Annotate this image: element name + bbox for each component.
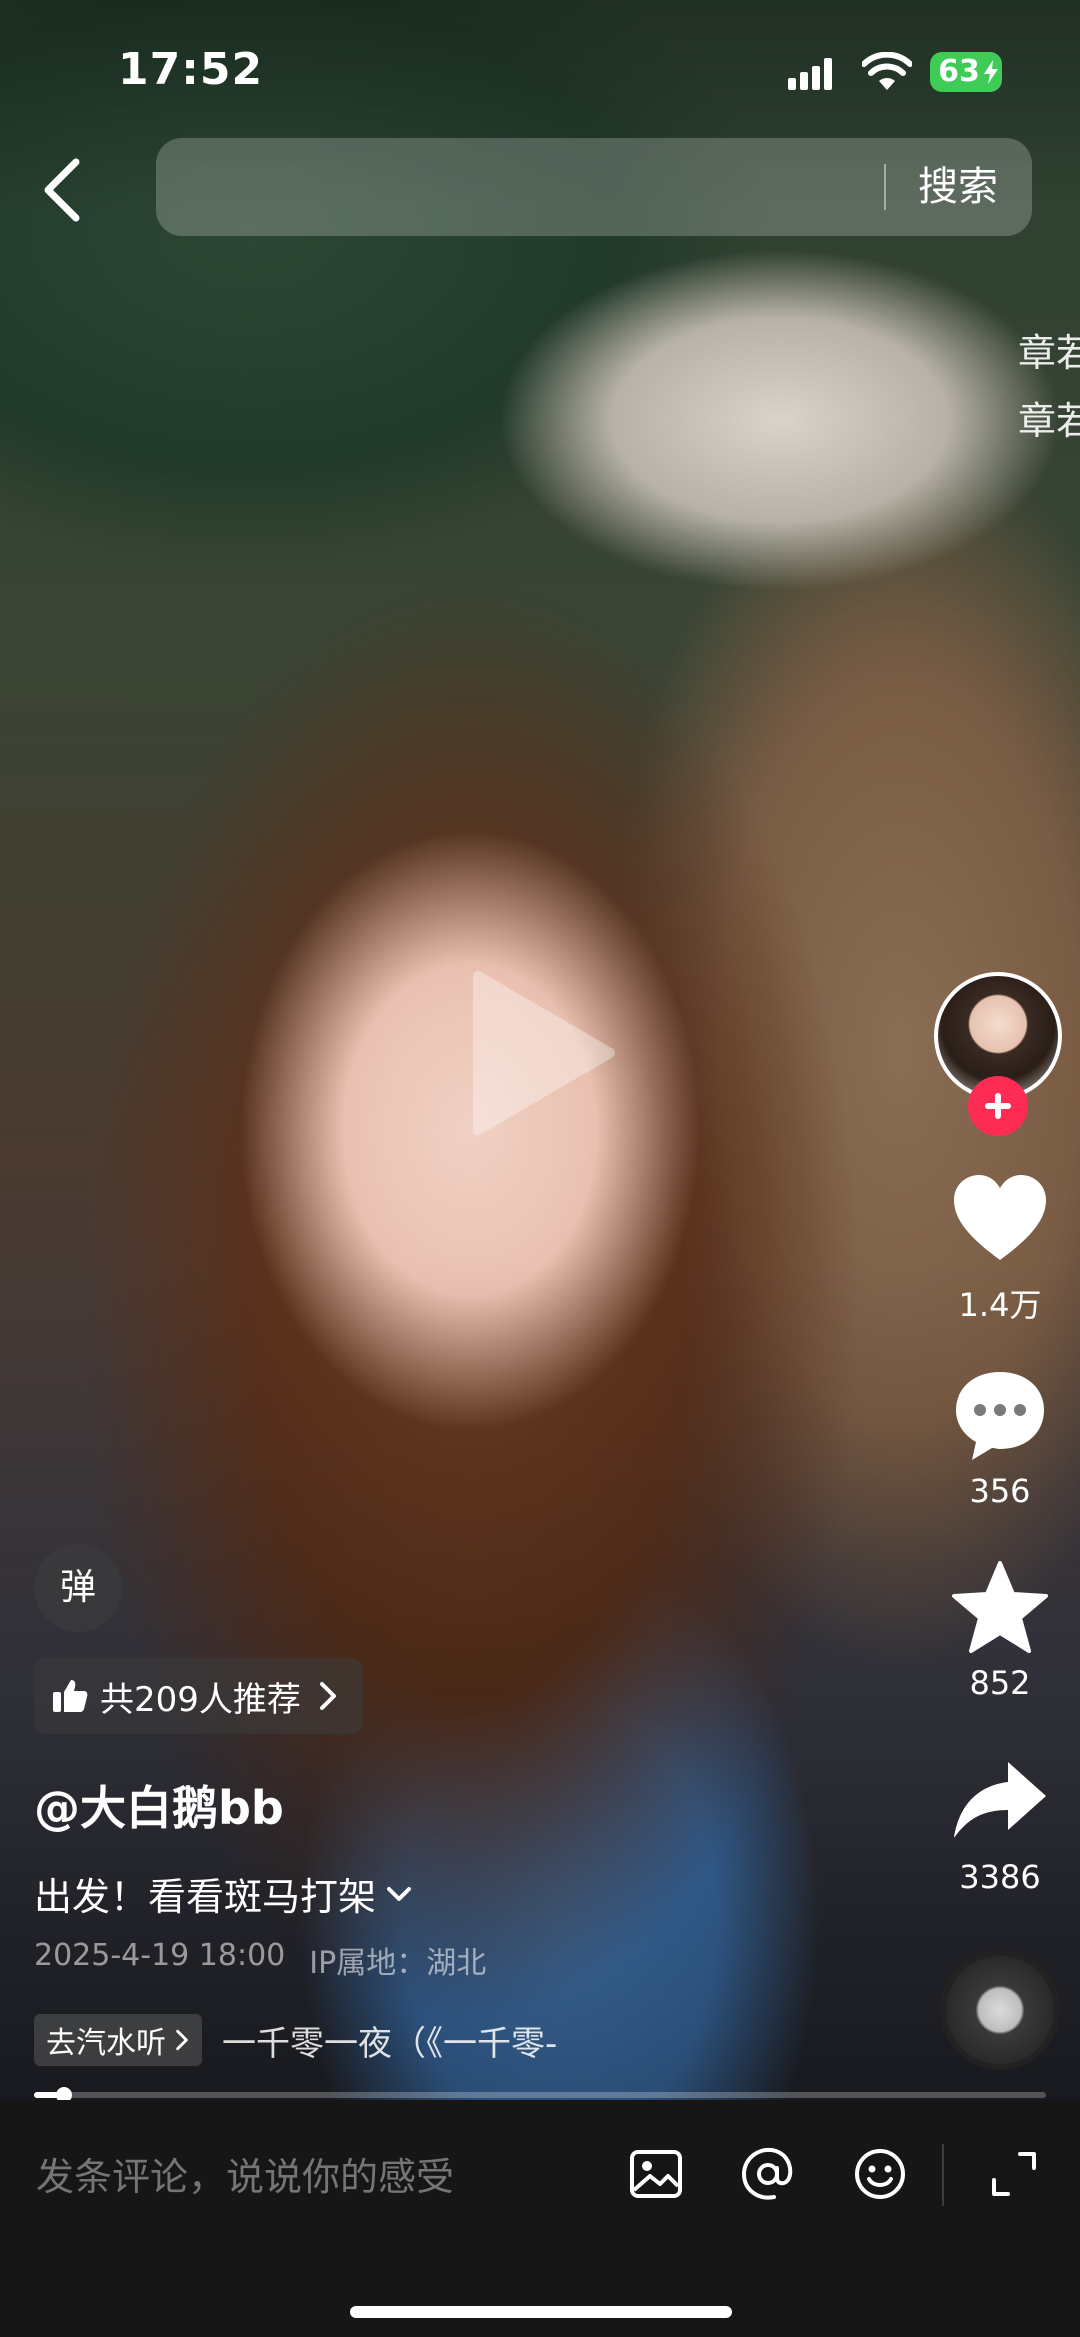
post-meta: 2025-4-19 18:00 IP属地：湖北 bbox=[34, 1938, 510, 1982]
battery-level: 63 bbox=[938, 54, 980, 89]
listen-on-qishui-tag[interactable]: 去汽水听 bbox=[34, 2014, 202, 2066]
like-heart-icon[interactable] bbox=[950, 1170, 1050, 1270]
expand-icon[interactable] bbox=[986, 2146, 1042, 2202]
comment-input[interactable] bbox=[34, 2154, 618, 2200]
comment-count: 356 bbox=[969, 1472, 1031, 1510]
mention-at-icon[interactable] bbox=[740, 2146, 796, 2202]
cellular-signal-icon bbox=[788, 58, 832, 90]
search-button[interactable]: 搜索 bbox=[918, 160, 998, 214]
ip-location: IP属地：湖北 bbox=[309, 1946, 487, 1981]
music-disc[interactable] bbox=[940, 1950, 1060, 2070]
status-bar: 17:52 63 bbox=[0, 0, 1080, 140]
status-time: 17:52 bbox=[118, 44, 264, 95]
image-picker-icon[interactable] bbox=[628, 2146, 684, 2202]
side-overlay-text: 章若 bbox=[1018, 331, 1080, 375]
music-tag-label: 去汽水听 bbox=[46, 2026, 166, 2061]
recommend-text: 共209人推荐 bbox=[100, 1679, 301, 1720]
post-date: 2025-4-19 18:00 bbox=[34, 1938, 286, 1973]
wifi-icon bbox=[862, 52, 912, 90]
favorite-count: 852 bbox=[969, 1664, 1031, 1702]
caption-text: 出发！看看斑马打架 bbox=[34, 1875, 377, 1919]
danmaku-label: 弹 bbox=[59, 1567, 96, 1608]
emoji-icon[interactable] bbox=[852, 2146, 908, 2202]
music-row[interactable]: 去汽水听 一千零一夜（《一千零- bbox=[34, 2014, 557, 2066]
share-arrow-icon[interactable] bbox=[950, 1752, 1050, 1852]
like-count: 1.4万 bbox=[958, 1286, 1042, 1324]
chevron-down-icon[interactable] bbox=[386, 1884, 412, 1904]
post-caption[interactable]: 出发！看看斑马打架 bbox=[34, 1866, 412, 1921]
comment-bar bbox=[0, 2100, 1080, 2337]
charging-bolt-icon bbox=[984, 60, 998, 84]
battery-indicator: 63 bbox=[930, 52, 1002, 92]
favorite-star-icon[interactable] bbox=[950, 1558, 1050, 1658]
chevron-right-icon bbox=[176, 2029, 188, 2051]
home-indicator[interactable] bbox=[350, 2306, 732, 2318]
share-count: 3386 bbox=[959, 1858, 1041, 1896]
author-name[interactable]: @大白鹅bb bbox=[34, 1772, 284, 1838]
search-bar[interactable]: 搜索 bbox=[156, 138, 1032, 236]
back-arrow-icon[interactable] bbox=[36, 156, 92, 224]
comment-bar-divider bbox=[942, 2144, 944, 2206]
follow-button[interactable] bbox=[968, 1076, 1028, 1136]
thumbs-up-icon bbox=[53, 1680, 88, 1712]
comment-bubble-icon[interactable] bbox=[950, 1366, 1050, 1466]
search-divider bbox=[884, 164, 886, 210]
playback-progress-bar[interactable] bbox=[34, 2087, 1046, 2103]
danmaku-toggle-button[interactable]: 弹 bbox=[34, 1544, 122, 1632]
play-icon[interactable] bbox=[468, 968, 618, 1138]
music-title[interactable]: 一千零一夜（《一千零- bbox=[222, 2016, 557, 2065]
chevron-right-icon bbox=[319, 1682, 336, 1710]
side-overlay-text: 章若 bbox=[1018, 399, 1080, 443]
recommend-pill[interactable]: 共209人推荐 bbox=[34, 1658, 363, 1734]
